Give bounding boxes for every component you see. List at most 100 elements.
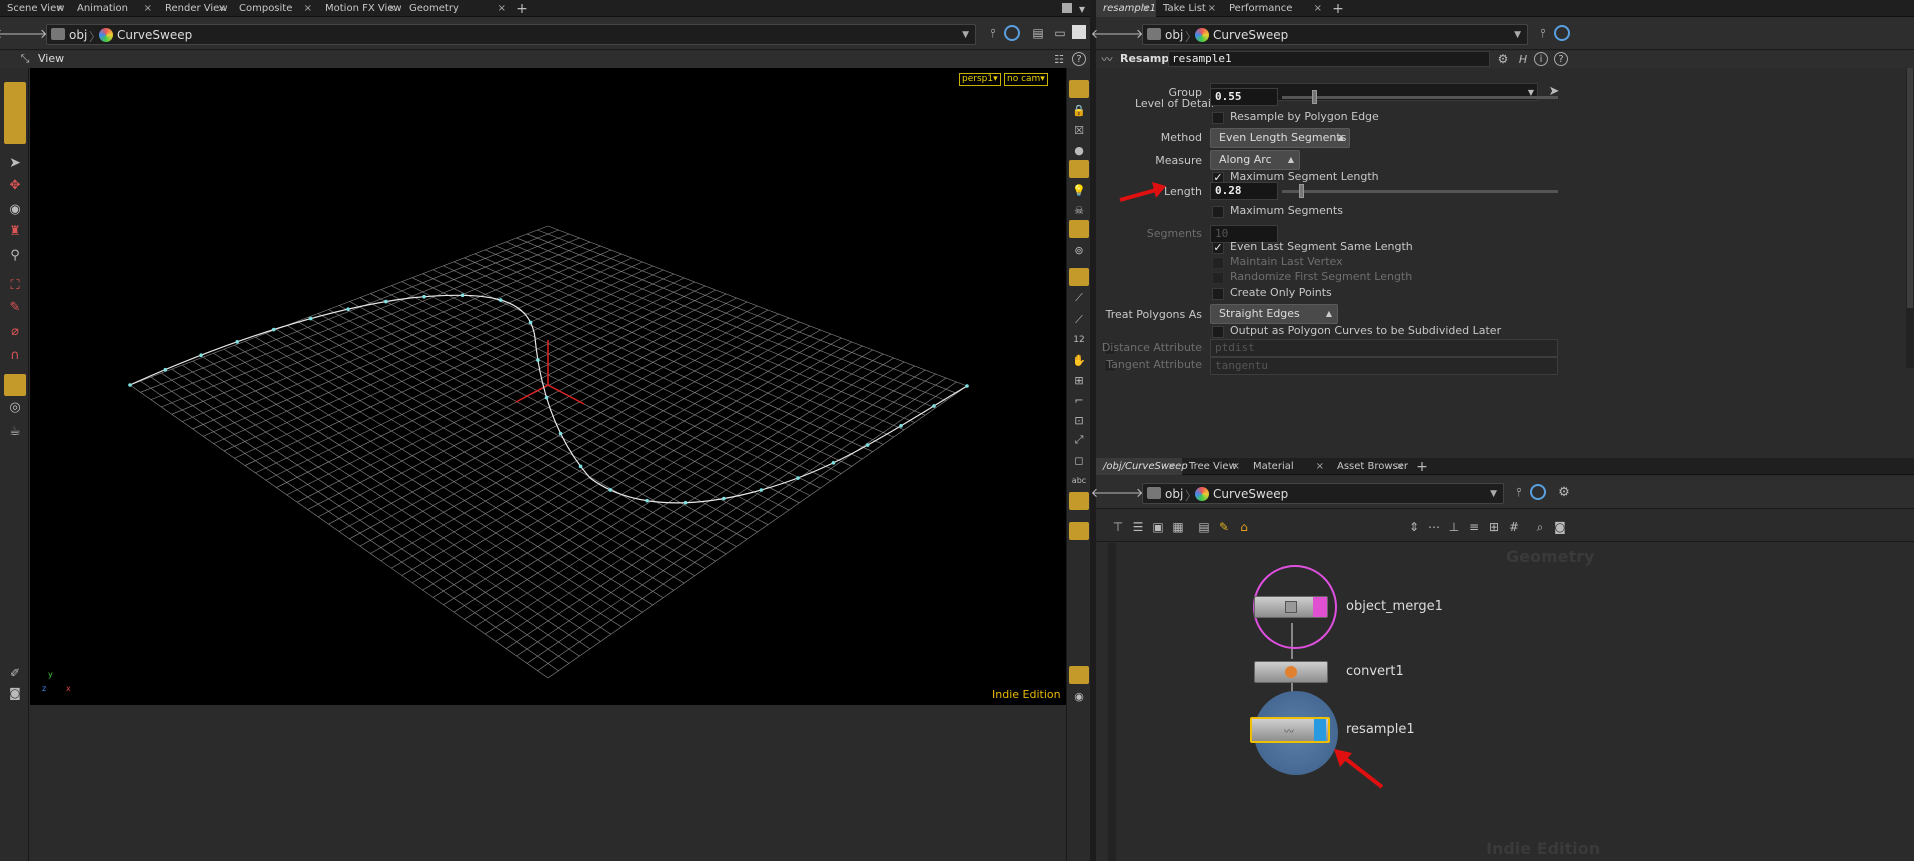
- path-breadcrumb[interactable]: obj 〉 CurveSweep ▼: [1142, 483, 1504, 504]
- distance-attribute-field[interactable]: ptdist: [1210, 339, 1558, 357]
- sticky-icon[interactable]: ▤: [1196, 519, 1212, 535]
- node-name-field[interactable]: resample1: [1168, 51, 1490, 67]
- grid-view-icon[interactable]: ▦: [1170, 519, 1186, 535]
- close-icon[interactable]: ×: [1396, 458, 1404, 475]
- node-resample1[interactable]: 〰: [1250, 717, 1330, 743]
- palette-icon[interactable]: ⌂: [1236, 519, 1252, 535]
- point-display-icon[interactable]: [1069, 268, 1089, 286]
- lod-slider[interactable]: [1282, 96, 1558, 99]
- camera-icon[interactable]: ◙: [1552, 519, 1568, 535]
- tab-material-palette[interactable]: Material Palette×: [1246, 458, 1330, 489]
- corner-icon[interactable]: ⌐: [1069, 392, 1089, 408]
- handle-icon[interactable]: ⚲: [4, 244, 26, 266]
- move-icon[interactable]: ✥: [4, 174, 26, 196]
- square-icon[interactable]: ◻: [1069, 452, 1089, 468]
- close-icon[interactable]: ×: [498, 0, 506, 17]
- network-box-icon[interactable]: ▣: [1150, 519, 1166, 535]
- help-icon[interactable]: ?: [1554, 52, 1568, 66]
- info-icon[interactable]: i: [1534, 52, 1548, 66]
- link-icon[interactable]: [1554, 25, 1570, 41]
- background-icon[interactable]: [1069, 220, 1089, 238]
- magnet-icon[interactable]: ∩: [4, 344, 26, 366]
- add-tab-icon[interactable]: +: [1414, 458, 1430, 475]
- no-cam-menu[interactable]: no cam▾: [1004, 73, 1048, 86]
- close-icon[interactable]: ×: [1168, 458, 1176, 475]
- 3d-viewport[interactable]: persp1▾ no cam▾ Indie Edition y x z: [30, 68, 1066, 705]
- rotate-icon[interactable]: ◉: [4, 198, 26, 220]
- network-editor[interactable]: Geometry Indie Edition object_merge1 con…: [1096, 543, 1914, 861]
- desktop-icon[interactable]: ▭: [1052, 25, 1068, 41]
- close-icon[interactable]: ×: [1142, 0, 1150, 17]
- render-icon[interactable]: [1069, 492, 1089, 510]
- breadcrumb-obj[interactable]: obj: [1165, 487, 1183, 501]
- vector-icon[interactable]: ⟋: [1069, 312, 1089, 328]
- breadcrumb-curvesweep[interactable]: CurveSweep: [1213, 28, 1288, 42]
- close-icon[interactable]: ×: [56, 0, 64, 17]
- lod-slider-handle[interactable]: [1312, 90, 1318, 104]
- grid-icon[interactable]: ⊡: [1069, 412, 1089, 428]
- text-icon[interactable]: abc: [1069, 472, 1089, 488]
- chevron-down-icon[interactable]: ▼: [1514, 30, 1521, 40]
- close-icon[interactable]: ×: [388, 0, 396, 17]
- breadcrumb-curvesweep[interactable]: CurveSweep: [117, 28, 192, 42]
- tab-motion-fx-view[interactable]: Motion FX View ×: [318, 0, 402, 17]
- lighting-icon[interactable]: [1069, 160, 1089, 178]
- gear-icon[interactable]: ⚙: [1556, 484, 1572, 500]
- close-icon[interactable]: ×: [1316, 458, 1324, 475]
- close-icon[interactable]: ×: [1314, 0, 1322, 17]
- display-options-icon[interactable]: ☷: [1052, 52, 1066, 66]
- tab-asset-browser[interactable]: Asset Browser ×: [1330, 458, 1410, 475]
- breadcrumb-obj[interactable]: obj: [1165, 28, 1183, 42]
- tree-icon[interactable]: ⊤: [1110, 519, 1126, 535]
- node-convert1[interactable]: [1254, 661, 1328, 683]
- create-points-checkbox[interactable]: [1212, 288, 1224, 300]
- tab-scene-view[interactable]: Scene View ×: [0, 0, 70, 17]
- method-menu[interactable]: Even Length Segments ▲: [1210, 128, 1350, 148]
- pick-icon[interactable]: ⤢: [1069, 432, 1089, 448]
- help-icon[interactable]: ?: [1072, 52, 1086, 66]
- stamp-icon[interactable]: ⊞: [1069, 372, 1089, 388]
- camera-icon[interactable]: ◙: [4, 682, 26, 704]
- primitive-mode-icon[interactable]: [4, 122, 26, 144]
- max-segments-checkbox[interactable]: [1212, 206, 1224, 218]
- lasso-icon[interactable]: ⌀: [4, 320, 26, 342]
- measure-icon[interactable]: ◎: [4, 396, 26, 418]
- snap-grid-icon[interactable]: ⊞: [1486, 519, 1502, 535]
- node-object-merge1[interactable]: [1254, 596, 1328, 618]
- pin-icon[interactable]: ⫯: [1512, 484, 1526, 500]
- maintain-last-checkbox[interactable]: [1212, 257, 1224, 269]
- hand-icon[interactable]: ✋: [1069, 352, 1089, 368]
- path-breadcrumb[interactable]: obj 〉 CurveSweep ▼: [1142, 24, 1528, 45]
- list-icon[interactable]: ☰: [1130, 519, 1146, 535]
- pose-icon[interactable]: ⛶: [4, 274, 26, 296]
- ghost-icon[interactable]: ☒: [1069, 122, 1089, 138]
- tab-tree-view[interactable]: Tree View ×: [1182, 458, 1246, 475]
- camera-menu[interactable]: persp1▾: [959, 73, 1001, 86]
- output-subdiv-checkbox[interactable]: [1212, 326, 1224, 338]
- normals-icon[interactable]: ⟋: [1069, 290, 1089, 306]
- link-icon[interactable]: [1530, 484, 1546, 500]
- link-icon[interactable]: [1004, 25, 1020, 41]
- length-slider-handle[interactable]: [1298, 184, 1304, 198]
- close-icon[interactable]: ×: [218, 0, 226, 17]
- render-flag[interactable]: [1314, 719, 1326, 741]
- paint-icon[interactable]: ✐: [4, 662, 26, 684]
- tab-performance-monitor[interactable]: Performance Monitor×: [1222, 0, 1328, 31]
- align-icon[interactable]: ≡: [1466, 519, 1482, 535]
- select-mode-icon[interactable]: [4, 82, 26, 104]
- layout-icon[interactable]: ▤: [1030, 25, 1046, 41]
- breadcrumb-obj[interactable]: obj: [69, 28, 87, 42]
- grid-toggle-icon[interactable]: #: [1506, 519, 1522, 535]
- tab-composite-view[interactable]: Composite View×: [232, 0, 318, 31]
- close-icon[interactable]: ×: [1208, 0, 1216, 17]
- skull-icon[interactable]: ☠: [1069, 202, 1089, 218]
- path-breadcrumb[interactable]: obj 〉 CurveSweep ▼: [46, 24, 976, 45]
- chevron-down-icon[interactable]: ▼: [962, 30, 969, 40]
- wireframe-icon[interactable]: ⊚: [1069, 242, 1089, 258]
- eye-icon[interactable]: ◉: [1069, 688, 1089, 704]
- forward-arrow-icon[interactable]: 🡒: [13, 26, 48, 42]
- bulb-toggle-icon[interactable]: [1069, 522, 1089, 540]
- tab-take-list[interactable]: Take List ×: [1156, 0, 1222, 17]
- resample-by-edge-checkbox[interactable]: [1212, 112, 1224, 124]
- display-flag[interactable]: [1313, 597, 1327, 617]
